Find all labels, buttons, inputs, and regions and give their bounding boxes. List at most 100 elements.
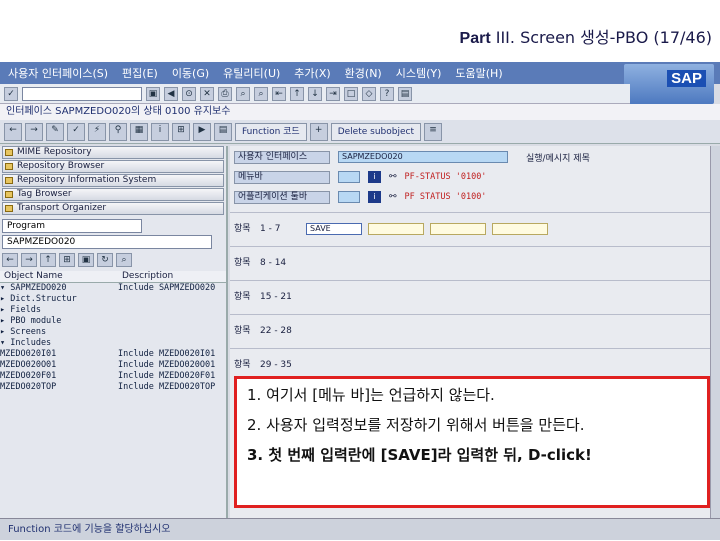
save-icon[interactable]: ▣ [146, 86, 160, 101]
key-input[interactable] [492, 223, 548, 235]
prev-page-icon[interactable]: ↑ [290, 86, 304, 101]
key-row: 항목 1 - 7 SAVE [234, 222, 548, 236]
nav-forward-icon[interactable]: → [21, 253, 37, 267]
activate-icon[interactable]: ⚡ [88, 122, 106, 141]
application-toolbar: ← → ✎ ✓ ⚡ ⚲ ▦ i ⊞ ▶ ▤ Function 코드 + Dele… [0, 120, 720, 144]
display-change-icon[interactable]: ✎ [46, 122, 64, 141]
menu-item-help[interactable]: 도움말(H) [455, 65, 502, 81]
other-object-icon[interactable]: ▦ [130, 122, 148, 141]
tree-row[interactable]: ▾ Includes [0, 338, 226, 349]
menu-icon[interactable]: ≡ [423, 122, 442, 141]
nav-up-icon[interactable]: ↑ [40, 253, 56, 267]
menubar-link-icon[interactable]: ⚯ [389, 172, 397, 182]
folder-icon [5, 191, 13, 198]
nav-refresh-icon[interactable]: ↻ [97, 253, 113, 267]
menu-item-user-interface[interactable]: 사용자 인터페이스(S) [8, 65, 108, 81]
key-row-label: 항목 [234, 292, 251, 302]
test-icon[interactable]: ▶ [193, 122, 211, 141]
delete-subobject-button[interactable]: Delete subobject [330, 122, 421, 141]
object-name-field[interactable]: SAPMZEDO020 [2, 235, 212, 249]
insert-icon[interactable]: + [309, 122, 328, 141]
nav-transport-organizer[interactable]: Transport Organizer [2, 202, 224, 215]
nav-label: Repository Browser [17, 161, 105, 171]
check-icon[interactable]: ✓ [67, 122, 85, 141]
tree-row[interactable]: ▸ PBO module [0, 316, 226, 327]
key-input[interactable] [368, 223, 424, 235]
ui-value-field[interactable]: SAPMZEDO020 [338, 151, 508, 163]
forward-arrow-icon[interactable]: → [25, 122, 43, 141]
exit-icon[interactable]: ⊙ [182, 86, 196, 101]
find-icon[interactable]: ⌕ [236, 86, 250, 101]
menu-item-edit[interactable]: 편집(E) [122, 65, 158, 81]
key-row: 항목 29 - 35 [234, 358, 300, 372]
menubar-info-icon[interactable]: i [368, 171, 381, 183]
tree-row[interactable]: ▾ SAPMZEDO020 Include SAPMZEDO020 [0, 283, 226, 294]
tree-row[interactable]: ▸ Screens [0, 327, 226, 338]
shortcut-icon[interactable]: ◇ [362, 86, 376, 101]
nav-repository-info-system[interactable]: Repository Information System [2, 174, 224, 187]
new-session-icon[interactable]: □ [344, 86, 358, 101]
vertical-scrollbar[interactable] [710, 146, 720, 540]
tree-row[interactable]: ▸ Dict.Structur [0, 294, 226, 305]
apptoolbar-link-icon[interactable]: ⚯ [389, 192, 397, 202]
tree-node-desc [118, 316, 226, 327]
menu-item-system[interactable]: 시스템(Y) [396, 65, 442, 81]
tree-node-name: ▸ PBO module [0, 316, 62, 326]
apptoolbar-field[interactable] [338, 191, 360, 203]
nav-repository-browser[interactable]: Repository Browser [2, 160, 224, 173]
tree-node-name: ▾ SAPMZEDO020 [0, 283, 67, 293]
command-field[interactable] [22, 86, 142, 101]
divider [230, 314, 720, 315]
tree-row[interactable]: MZEDO020TOP Include MZEDO020TOP [0, 382, 226, 393]
nav-label: Tag Browser [17, 189, 72, 199]
object-type-select[interactable]: Program [2, 219, 142, 233]
menubar-label: 메뉴바 [234, 170, 330, 184]
help-icon[interactable]: ? [380, 86, 394, 101]
sap-logo-text: SAP [667, 70, 706, 87]
menu-item-goto[interactable]: 이동(G) [172, 65, 209, 81]
nav-tree-icon[interactable]: ⊞ [59, 253, 75, 267]
tree-row[interactable]: ▸ Fields [0, 305, 226, 316]
tree-row[interactable]: MZEDO020O01 Include MZEDO020O01 [0, 360, 226, 371]
tree-node-desc [118, 327, 226, 338]
nav-back-icon[interactable]: ← [2, 253, 18, 267]
enter-icon[interactable]: ✓ [4, 86, 18, 101]
menu-item-extras[interactable]: 추가(X) [294, 65, 330, 81]
print-icon[interactable]: ⎙ [218, 86, 232, 101]
tree-node-name: ▸ Dict.Structur [0, 294, 77, 304]
first-page-icon[interactable]: ⇤ [272, 86, 286, 101]
menu-item-utilities[interactable]: 유틸리티(U) [223, 65, 280, 81]
function-code-button[interactable]: Function 코드 [235, 122, 307, 141]
divider [230, 212, 720, 213]
tree-row[interactable]: MZEDO020F01 Include MZEDO020F01 [0, 371, 226, 382]
key-input[interactable] [430, 223, 486, 235]
tree-node-name: ▸ Fields [0, 305, 41, 315]
apptoolbar-status: PF STATUS '0100' [404, 192, 487, 202]
back-icon[interactable]: ◀ [164, 86, 178, 101]
status-bar: Function 코드에 기능을 할당하십시오 [0, 518, 720, 540]
folder-icon [5, 149, 13, 156]
nav-search-icon[interactable]: ⌕ [116, 253, 132, 267]
nav-tag-browser[interactable]: Tag Browser [2, 188, 224, 201]
tree-row[interactable]: MZEDO020I01 Include MZEDO020I01 [0, 349, 226, 360]
menubar-status: PF-STATUS '0100' [404, 172, 487, 182]
back-arrow-icon[interactable]: ← [4, 122, 22, 141]
hierarchy-icon[interactable]: ⊞ [172, 122, 190, 141]
attributes-icon[interactable]: ▤ [214, 122, 232, 141]
nav-mime-repository[interactable]: MIME Repository [2, 146, 224, 159]
key-input-save[interactable]: SAVE [306, 223, 362, 235]
layout-icon[interactable]: ▤ [398, 86, 412, 101]
key-row-range: 8 - 14 [260, 258, 287, 268]
last-page-icon[interactable]: ⇥ [326, 86, 340, 101]
menubar-row: 메뉴바 i ⚯ PF-STATUS '0100' [234, 170, 486, 184]
tree-node-name: ▸ Screens [0, 327, 47, 337]
find-next-icon[interactable]: ⌕ [254, 86, 268, 101]
nav-display-icon[interactable]: ▣ [78, 253, 94, 267]
apptoolbar-info-icon[interactable]: i [368, 191, 381, 203]
info-icon[interactable]: i [151, 122, 169, 141]
where-used-icon[interactable]: ⚲ [109, 122, 127, 141]
menu-item-environment[interactable]: 환경(N) [345, 65, 382, 81]
cancel-icon[interactable]: ✕ [200, 86, 214, 101]
menubar-field[interactable] [338, 171, 360, 183]
next-page-icon[interactable]: ↓ [308, 86, 322, 101]
